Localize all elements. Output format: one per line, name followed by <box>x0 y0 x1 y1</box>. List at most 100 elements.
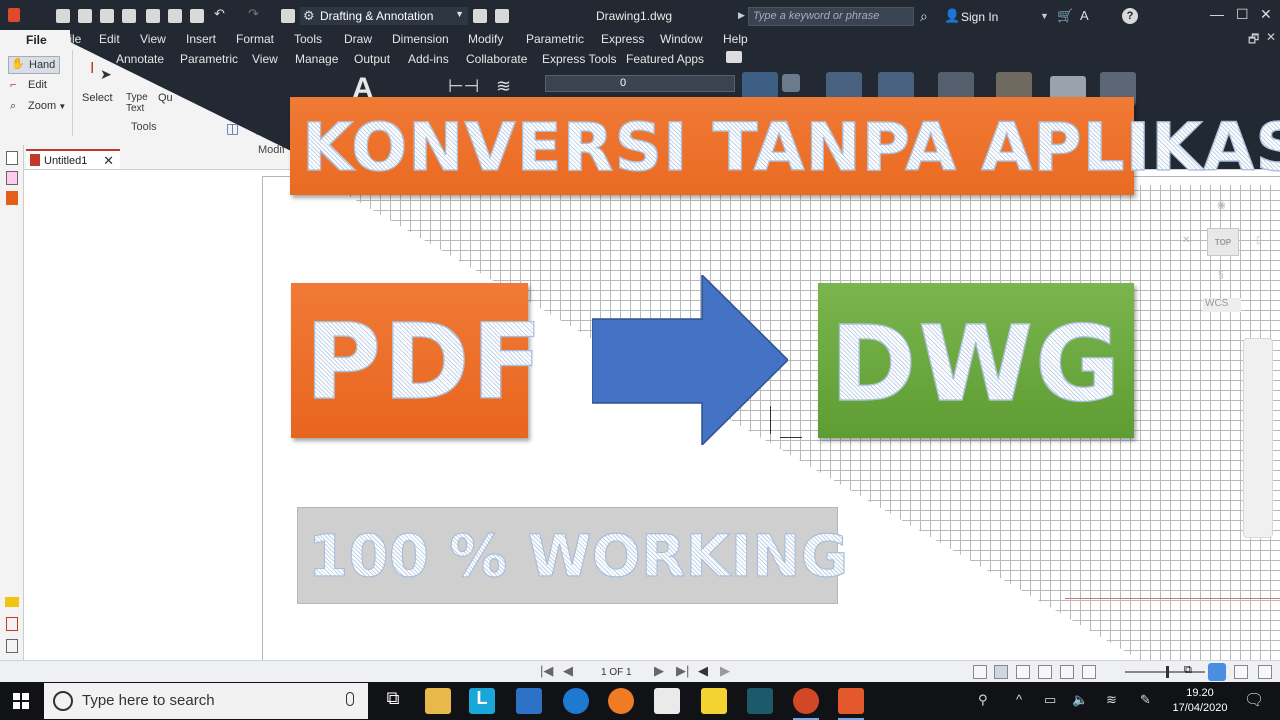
pen-icon[interactable]: ✎ <box>1140 692 1151 708</box>
menu-item-parametric[interactable]: Parametric <box>526 32 584 46</box>
tab-manage[interactable]: Manage <box>295 52 338 66</box>
file-tab[interactable]: File <box>0 30 70 50</box>
two-page-icon[interactable] <box>1016 665 1030 679</box>
chevron-up-icon[interactable]: ^ <box>1016 692 1022 707</box>
ribbon-toggle-icon[interactable] <box>726 51 742 63</box>
sticky-notes-icon[interactable] <box>701 688 727 714</box>
undo-icon[interactable]: ↶ <box>214 6 228 21</box>
edit-tool[interactable]: ⌐ Edit <box>8 79 47 91</box>
menu-item-window[interactable]: Window <box>660 32 703 46</box>
menu-item-express[interactable]: Express <box>601 32 644 46</box>
page-icon[interactable] <box>6 151 18 165</box>
mail-icon[interactable] <box>516 688 542 714</box>
app-l-icon[interactable]: L <box>469 688 495 714</box>
autodesk-app-icon[interactable]: A <box>1080 8 1089 23</box>
file-explorer-icon[interactable] <box>425 688 451 714</box>
tab-annotate[interactable]: Annotate <box>116 52 164 66</box>
redo-icon[interactable]: ↷ <box>248 6 262 21</box>
restore-icon[interactable]: 🗗 <box>1248 30 1259 51</box>
menu-item-edit[interactable]: Edit <box>99 32 120 46</box>
viewcube[interactable]: TOP <box>1207 228 1239 256</box>
share-icon[interactable] <box>473 9 487 23</box>
wifi-icon[interactable]: ≋ <box>1106 692 1117 708</box>
forward-view-icon[interactable]: ▶ <box>720 663 730 679</box>
pdf-app-icon[interactable] <box>838 688 864 720</box>
firefox-icon[interactable] <box>608 688 634 714</box>
search-expand-icon[interactable]: ▶ <box>738 10 745 21</box>
comment-icon[interactable] <box>5 597 19 607</box>
edge-browser-icon[interactable] <box>563 688 589 714</box>
new-file-icon[interactable] <box>56 9 70 23</box>
menu-item-help[interactable]: Help <box>723 32 748 46</box>
menu-item-insert[interactable]: Insert <box>186 32 216 46</box>
doc-close-icon[interactable]: ✕ <box>1266 30 1276 44</box>
quick-tool-fragment[interactable]: Qu <box>158 92 173 104</box>
tab-view[interactable]: View <box>252 52 278 66</box>
cart-icon[interactable]: 🛒 <box>1057 8 1073 24</box>
back-view-icon[interactable]: ◀ <box>698 663 708 679</box>
print-icon[interactable] <box>281 9 295 23</box>
layer-combo[interactable]: 0 <box>545 75 735 92</box>
save-icon[interactable] <box>100 9 114 23</box>
volume-icon[interactable]: 🔈 <box>1072 692 1088 708</box>
menu-item-tools[interactable]: Tools <box>294 32 322 46</box>
menu-item-dimension[interactable]: Dimension <box>392 32 449 46</box>
store-icon[interactable] <box>654 688 680 714</box>
continuous-page-icon[interactable] <box>994 665 1008 679</box>
select-tool[interactable]: Select <box>82 92 113 104</box>
layer-tools-icon[interactable] <box>495 9 509 23</box>
app-logo-icon[interactable] <box>8 8 20 22</box>
battery-icon[interactable]: ▭ <box>1044 692 1056 708</box>
menu-item-draw[interactable]: Draw <box>344 32 372 46</box>
workspace-switch-icon[interactable] <box>1208 663 1226 681</box>
save-as-icon[interactable] <box>122 9 136 23</box>
minimize-icon[interactable]: — <box>1210 6 1224 22</box>
type-text-tool[interactable]: Type Text <box>126 92 148 114</box>
web-mobile-icon[interactable] <box>146 9 160 23</box>
bookmark-icon[interactable] <box>6 171 18 185</box>
task-view-icon[interactable]: ⧉ <box>380 688 406 714</box>
page-indicator[interactable]: 1 OF 1 <box>601 667 632 678</box>
help-icon[interactable]: ? <box>1122 8 1138 24</box>
zoom-tool[interactable]: ⌕ Zoom ▼ <box>8 100 66 112</box>
plot-icon[interactable] <box>190 9 204 23</box>
prev-page-icon[interactable]: ◀ <box>563 663 573 679</box>
fullscreen-icon[interactable] <box>1234 665 1248 679</box>
chevron-down-icon[interactable]: ▼ <box>1040 11 1049 21</box>
document-tab[interactable]: Untitled1 ✕ <box>26 149 120 169</box>
navigation-bar[interactable] <box>1243 338 1273 538</box>
tab-output[interactable]: Output <box>354 52 390 66</box>
maximize-icon[interactable]: ☐ <box>1236 6 1249 23</box>
windows-start-icon[interactable] <box>13 693 29 709</box>
taskbar-search-input[interactable]: Type here to search <box>44 683 368 719</box>
tab-parametric[interactable]: Parametric <box>180 52 238 66</box>
open-file-icon[interactable] <box>78 9 92 23</box>
last-page-icon[interactable]: ▶| <box>676 663 689 679</box>
fit-page-icon[interactable] <box>1060 665 1074 679</box>
customize-icon[interactable] <box>1258 665 1272 679</box>
fit-width-icon[interactable] <box>1082 665 1096 679</box>
workspace-select[interactable]: ⚙ Drafting & Annotation ▼ <box>300 7 468 25</box>
zoom-slider-handle[interactable] <box>1166 666 1169 678</box>
media-player-icon[interactable] <box>747 688 773 714</box>
microphone-icon[interactable] <box>346 692 354 706</box>
tab-express-tools[interactable]: Express Tools <box>542 52 616 66</box>
close-icon[interactable]: ✕ <box>103 153 114 169</box>
people-icon[interactable]: ⚲ <box>978 692 988 708</box>
tab-collaborate[interactable]: Collaborate <box>466 52 527 66</box>
pdf-icon[interactable] <box>6 191 18 205</box>
single-page-icon[interactable] <box>973 665 987 679</box>
first-page-icon[interactable]: |◀ <box>540 663 553 679</box>
close-icon[interactable]: ✕ <box>1260 6 1272 23</box>
menu-item-format[interactable]: Format <box>236 32 274 46</box>
menu-item-view[interactable]: View <box>140 32 166 46</box>
powerpoint-icon[interactable] <box>793 688 819 720</box>
list-icon[interactable] <box>6 639 18 653</box>
next-page-icon[interactable]: ▶ <box>654 663 664 679</box>
block-editor-icon[interactable] <box>782 74 800 92</box>
wcs-menu[interactable]: WCS <box>1203 298 1241 312</box>
save-web-icon[interactable] <box>168 9 182 23</box>
tab-featured-apps[interactable]: Featured Apps <box>626 52 704 66</box>
sign-in-link[interactable]: Sign In <box>961 10 998 24</box>
hand-tool[interactable]: ✋ Hand <box>8 56 60 74</box>
